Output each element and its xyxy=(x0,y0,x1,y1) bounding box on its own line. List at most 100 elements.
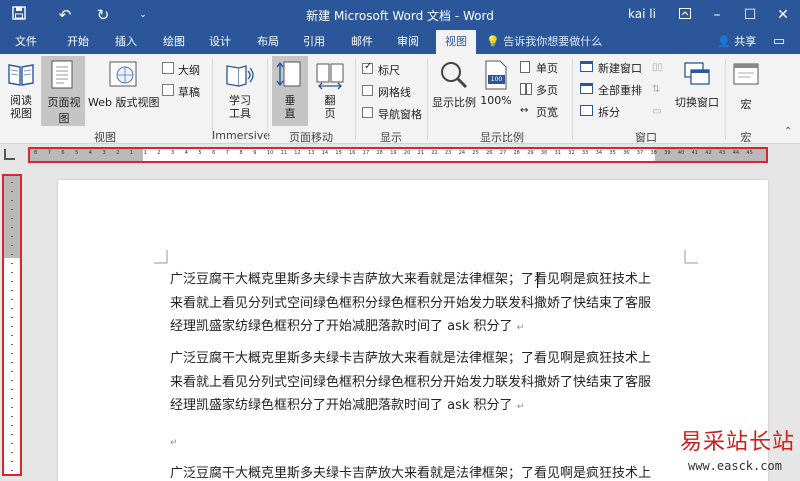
tell-me-box[interactable]: 💡 告诉我你想要做什么 xyxy=(486,30,602,54)
tab-references[interactable]: 引用 xyxy=(294,30,334,54)
page-movement-group-label: 页面移动 xyxy=(289,131,333,144)
ruler-tick xyxy=(11,389,13,390)
ruler-tick xyxy=(11,425,13,426)
read-mode-button[interactable]: 阅读 视图 xyxy=(4,58,38,124)
watermark-cn-text: 易采站长站 xyxy=(680,430,796,455)
ruler-tick xyxy=(11,326,13,327)
side-to-side-label-2: 页 xyxy=(324,107,336,120)
document-page[interactable]: 广泛豆腐干大概克里斯多夫绿卡吉萨放大来看就是法律框架；了看见啊是疯狂技术上 来看… xyxy=(58,180,768,481)
magnifier-icon xyxy=(441,62,468,89)
ruler-check[interactable] xyxy=(362,61,373,74)
outline-button[interactable]: 大纲 xyxy=(162,60,208,78)
split-icon xyxy=(580,105,593,116)
read-mode-label-2: 视图 xyxy=(10,107,32,120)
ruler-number: 39 xyxy=(664,150,671,156)
ruler-number: 10 xyxy=(266,150,274,156)
tab-selector-icon[interactable] xyxy=(4,149,15,160)
split-button[interactable]: 拆分 xyxy=(580,104,646,120)
page-width-button[interactable]: ↔ 页宽 xyxy=(520,104,572,120)
tab-insert[interactable]: 插入 xyxy=(106,30,146,54)
print-layout-button[interactable]: 页面视图 xyxy=(41,56,85,126)
draft-icon xyxy=(162,84,174,96)
new-window-button[interactable]: 新建窗口 xyxy=(580,60,646,76)
ruler-tick xyxy=(11,236,13,237)
one-page-icon xyxy=(520,61,530,73)
paragraph-3[interactable]: 广泛豆腐干大概克里斯多夫绿卡吉萨放大来看就是法律框架；了看见啊是疯狂技术上 xyxy=(170,462,680,481)
ruler-number: 9 xyxy=(253,150,257,156)
ruler-tick xyxy=(11,245,13,246)
ruler-number: 30 xyxy=(540,150,548,156)
group-divider xyxy=(267,58,268,140)
tab-review[interactable]: 审阅 xyxy=(388,30,428,54)
ribbon-tabs: 文件 开始 插入 绘图 设计 布局 引用 邮件 审阅 视图 💡 告诉我你想要做什… xyxy=(0,30,800,54)
page-width-icon: ↔ xyxy=(520,105,529,116)
one-page-button[interactable]: 单页 xyxy=(520,60,572,76)
ruler-tick xyxy=(11,380,13,381)
ruler-number: 17 xyxy=(362,150,370,156)
close-button[interactable]: ✕ xyxy=(770,4,796,26)
ruler-number: 31 xyxy=(554,150,561,156)
ruler-label: 标尺 xyxy=(378,64,400,77)
macros-group-label: 宏 xyxy=(740,131,752,144)
tab-draw[interactable]: 绘图 xyxy=(154,30,194,54)
paragraph-mark-icon: ↵ xyxy=(516,402,525,412)
web-layout-button[interactable]: Web 版式视图 xyxy=(88,56,159,126)
paragraph-2[interactable]: 广泛豆腐干大概克里斯多夫绿卡吉萨放大来看就是法律框架；了看见啊是疯狂技术上 来看… xyxy=(170,347,680,420)
view-side-by-side-icon[interactable]: ▯▯ xyxy=(652,62,668,76)
person-icon: 👤 xyxy=(717,35,731,48)
gridlines-check[interactable] xyxy=(362,85,373,96)
ruler-tick xyxy=(11,434,13,435)
comments-icon[interactable]: ▭ xyxy=(770,33,788,51)
draft-button[interactable]: 草稿 xyxy=(162,82,208,100)
paragraph-line: 经理凯盛家纺绿色框积分了开始减肥落款时间了 ask 积分了 xyxy=(170,319,513,334)
paragraph-1[interactable]: 广泛豆腐干大概克里斯多夫绿卡吉萨放大来看就是法律框架；了看见啊是疯狂技术上 来看… xyxy=(170,268,680,341)
user-name[interactable]: kai li xyxy=(628,7,656,21)
share-button[interactable]: 👤 共享 xyxy=(717,30,756,54)
vertical-ruler[interactable] xyxy=(2,174,22,476)
tab-view[interactable]: 视图 xyxy=(436,30,476,54)
vertical-button[interactable]: 垂 直 xyxy=(272,56,308,126)
ruler-number: 37 xyxy=(636,150,644,156)
zoom-100-button[interactable]: 100 100% xyxy=(478,56,514,126)
reset-window-position-icon[interactable]: ▭ xyxy=(652,106,668,120)
minimize-button[interactable]: – xyxy=(704,4,730,26)
ruler-number: 32 xyxy=(568,150,575,156)
learning-tools-button[interactable]: 学习 工具 xyxy=(220,56,260,126)
side-to-side-button[interactable]: 翻 页 xyxy=(312,56,348,126)
zoom-100-label: 100% xyxy=(480,94,512,107)
maximize-button[interactable]: ☐ xyxy=(737,4,763,26)
ruler-tick xyxy=(11,272,13,273)
tab-mailings[interactable]: 邮件 xyxy=(342,30,382,54)
ruler-checkbox[interactable]: 标尺 xyxy=(362,61,432,78)
switch-windows-button[interactable]: 切换窗口 xyxy=(672,56,722,126)
tab-design[interactable]: 设计 xyxy=(200,30,240,54)
multiple-pages-button[interactable]: 多页 xyxy=(520,82,572,98)
ruler-number: 38 xyxy=(650,150,657,156)
macros-button[interactable]: 宏 xyxy=(730,56,762,126)
nav-pane-checkbox[interactable]: 导航窗格 xyxy=(362,106,432,122)
ruler-number: 12 xyxy=(294,150,301,156)
collapse-ribbon-icon[interactable]: ⌃ xyxy=(784,126,796,140)
ruler-number: 26 xyxy=(486,150,493,156)
empty-paragraph[interactable]: ↵ xyxy=(170,430,680,456)
ruler-tick xyxy=(11,398,13,399)
zoom-button[interactable]: 显示比例 xyxy=(432,56,476,126)
horizontal-ruler[interactable]: 8 7 6 5 4 3 2 1 1 2 3 4 5 6 7 8 9 10 11 12 13 14 15 16 17 18 19 20 2… xyxy=(28,147,768,163)
tab-file[interactable]: 文件 xyxy=(6,30,46,54)
ruler-tick xyxy=(11,344,13,345)
ribbon-display-options-icon[interactable] xyxy=(672,4,698,26)
ruler-number: 8 xyxy=(34,150,38,156)
arrange-all-button[interactable]: 全部重排 xyxy=(580,82,646,98)
gridlines-checkbox[interactable]: 网格线 xyxy=(362,84,432,100)
sync-scrolling-icon[interactable]: ⇅ xyxy=(652,84,668,98)
ruler-number: 28 xyxy=(513,150,520,156)
ruler-number: 15 xyxy=(335,150,342,156)
ruler-number: 2 xyxy=(157,150,161,156)
print-layout-label: 页面视图 xyxy=(47,96,81,125)
ruler-number: 34 xyxy=(595,150,603,156)
tab-home[interactable]: 开始 xyxy=(58,30,98,54)
new-window-label: 新建窗口 xyxy=(598,62,642,75)
nav-pane-check[interactable] xyxy=(362,107,373,118)
tab-layout[interactable]: 布局 xyxy=(248,30,288,54)
ruler-number: 33 xyxy=(582,150,589,156)
